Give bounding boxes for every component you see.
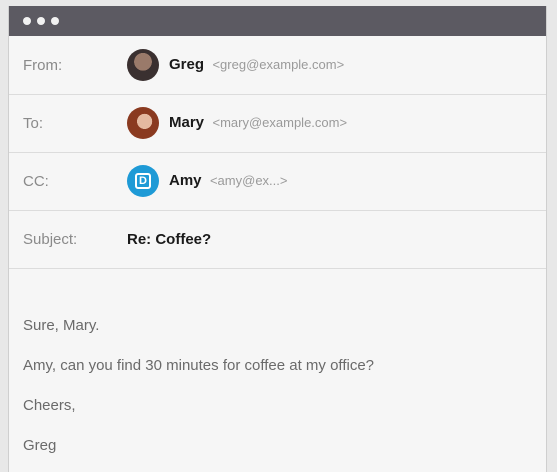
mary-avatar xyxy=(127,107,159,139)
window-maximize-dot-icon[interactable] xyxy=(51,17,59,25)
window-minimize-dot-icon[interactable] xyxy=(37,17,45,25)
amy-avatar: D xyxy=(127,165,159,197)
from-email: <greg@example.com> xyxy=(212,57,345,72)
subject-content: Re: Coffee? xyxy=(127,231,211,248)
amy-avatar-initial: D xyxy=(135,173,151,189)
cc-email: <amy@ex...> xyxy=(209,173,288,188)
body-greeting: Sure, Mary. xyxy=(23,317,100,334)
cc-row: CC: D Amy <amy@ex...> xyxy=(9,152,546,211)
email-body[interactable]: Sure, Mary. Amy, can you find 30 minutes… xyxy=(23,306,532,466)
subject-label: Subject: xyxy=(23,230,78,248)
greg-avatar xyxy=(127,49,159,81)
from-contact[interactable]: Greg <greg@example.com> xyxy=(127,49,344,81)
body-signoff: Cheers, xyxy=(23,397,76,414)
to-row: To: Mary <mary@example.com> xyxy=(9,94,546,153)
subject-row: Subject: Re: Coffee? xyxy=(9,210,546,269)
to-name: Mary xyxy=(169,114,205,131)
window-close-dot-icon[interactable] xyxy=(23,17,31,25)
cc-label: CC: xyxy=(23,172,49,190)
from-row: From: Greg <greg@example.com> xyxy=(9,36,546,95)
to-contact[interactable]: Mary <mary@example.com> xyxy=(127,107,347,139)
email-window: From: Greg <greg@example.com> To: Mary <… xyxy=(8,6,547,472)
from-name: Greg xyxy=(169,56,205,73)
body-signature: Greg xyxy=(23,437,57,454)
from-label: From: xyxy=(23,56,63,74)
window-titlebar xyxy=(9,6,546,36)
cc-contact[interactable]: D Amy <amy@ex...> xyxy=(127,165,287,197)
to-label: To: xyxy=(23,114,44,132)
body-line-1: Amy, can you find 30 minutes for coffee … xyxy=(23,357,375,374)
to-email: <mary@example.com> xyxy=(212,115,348,130)
subject-value[interactable]: Re: Coffee? xyxy=(127,231,211,248)
cc-name: Amy xyxy=(169,172,202,189)
